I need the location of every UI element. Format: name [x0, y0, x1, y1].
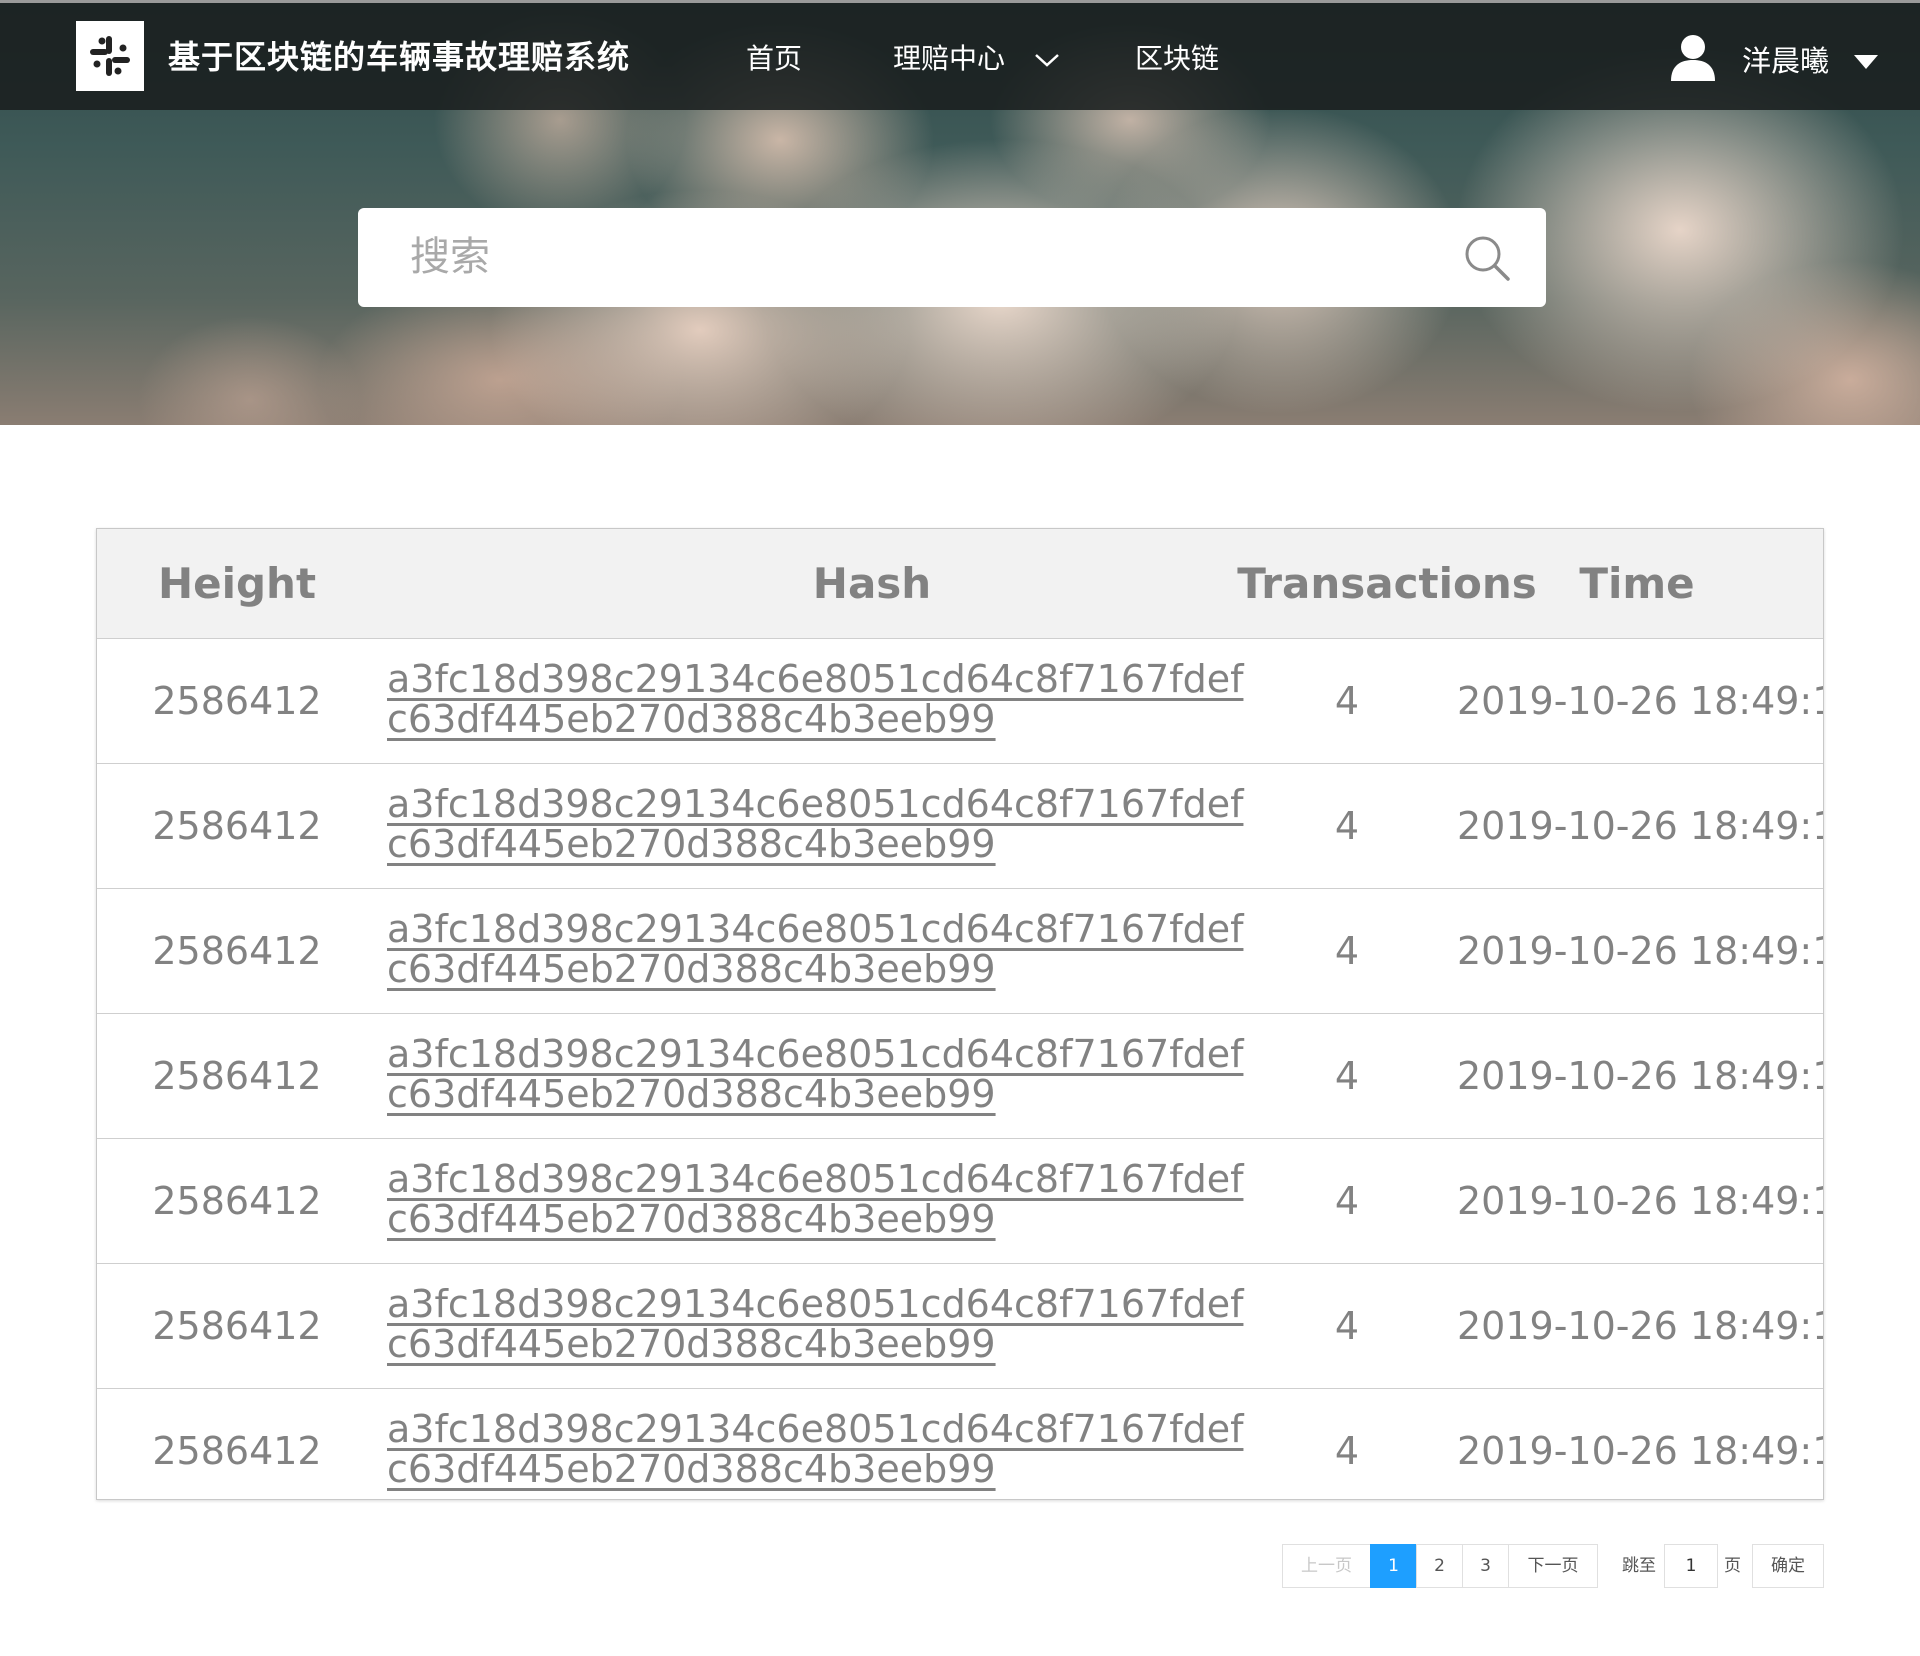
- cell-time: 2019-10-26 18:49:16: [1457, 1429, 1824, 1473]
- page-3-button[interactable]: 3: [1462, 1544, 1509, 1588]
- cell-hash: a3fc18d398c29134c6e8051cd64c8f7167fdefc6…: [387, 1139, 1247, 1264]
- cell-hash: a3fc18d398c29134c6e8051cd64c8f7167fdefc6…: [387, 1389, 1247, 1499]
- page-1-button[interactable]: 1: [1370, 1544, 1417, 1588]
- cell-height: 2586412: [152, 1429, 322, 1473]
- table-row: 2586412 a3fc18d398c29134c6e8051cd64c8f71…: [97, 639, 1823, 764]
- cell-height: 2586412: [152, 1179, 322, 1223]
- goto-unit-label: 页: [1724, 1556, 1741, 1576]
- cell-time: 2019-10-26 18:49:16: [1457, 929, 1824, 973]
- cell-transactions: 4: [1334, 929, 1360, 973]
- goto-page-input[interactable]: [1664, 1544, 1718, 1588]
- cell-transactions: 4: [1334, 1054, 1360, 1098]
- nav-claims-label: 理赔中心: [893, 42, 1006, 75]
- table-row: 2586412 a3fc18d398c29134c6e8051cd64c8f71…: [97, 764, 1823, 889]
- table-row: 2586412 a3fc18d398c29134c6e8051cd64c8f71…: [97, 889, 1823, 1014]
- chevron-down-icon: [1035, 54, 1059, 67]
- nav-blockchain[interactable]: 区块链: [1135, 39, 1219, 79]
- cell-height: 2586412: [152, 679, 322, 723]
- next-page-button[interactable]: 下一页: [1508, 1544, 1598, 1588]
- hash-link[interactable]: a3fc18d398c29134c6e8051cd64c8f7167fdefc6…: [387, 659, 1247, 739]
- nav-claims-center[interactable]: 理赔中心: [893, 39, 1060, 79]
- hash-link[interactable]: a3fc18d398c29134c6e8051cd64c8f7167fdefc6…: [387, 1159, 1247, 1239]
- cell-transactions: 4: [1334, 1179, 1360, 1223]
- cell-transactions: 4: [1334, 1429, 1360, 1473]
- slack-logo-icon: [90, 36, 130, 76]
- cell-time: 2019-10-26 18:49:16: [1457, 804, 1824, 848]
- cell-transactions: 4: [1334, 804, 1360, 848]
- hash-link[interactable]: a3fc18d398c29134c6e8051cd64c8f7167fdefc6…: [387, 1034, 1247, 1114]
- column-header-height: Height: [157, 559, 317, 608]
- hash-link[interactable]: a3fc18d398c29134c6e8051cd64c8f7167fdefc6…: [387, 909, 1247, 989]
- cell-hash: a3fc18d398c29134c6e8051cd64c8f7167fdefc6…: [387, 1264, 1247, 1389]
- user-avatar-icon[interactable]: [1668, 31, 1718, 83]
- cell-hash: a3fc18d398c29134c6e8051cd64c8f7167fdefc6…: [387, 1014, 1247, 1139]
- cell-time: 2019-10-26 18:49:16: [1457, 1179, 1824, 1223]
- hash-link[interactable]: a3fc18d398c29134c6e8051cd64c8f7167fdefc6…: [387, 1284, 1247, 1364]
- nav-home-label: 首页: [746, 42, 803, 75]
- column-header-time: Time: [1579, 559, 1695, 608]
- cell-transactions: 4: [1334, 1304, 1360, 1348]
- app-title: 基于区块链的车辆事故理赔系统: [168, 38, 631, 76]
- cell-transactions: 4: [1334, 679, 1360, 723]
- prev-page-button[interactable]: 上一页: [1282, 1544, 1371, 1588]
- search-input[interactable]: [410, 226, 1410, 288]
- hash-link[interactable]: a3fc18d398c29134c6e8051cd64c8f7167fdefc6…: [387, 1409, 1247, 1489]
- cell-hash: a3fc18d398c29134c6e8051cd64c8f7167fdefc6…: [387, 639, 1247, 764]
- search-bar: [358, 208, 1546, 307]
- goto-confirm-button[interactable]: 确定: [1752, 1544, 1824, 1588]
- goto-label: 跳至: [1622, 1556, 1656, 1576]
- cell-hash: a3fc18d398c29134c6e8051cd64c8f7167fdefc6…: [387, 764, 1247, 889]
- table-header: Height Hash Transactions Time: [97, 529, 1823, 639]
- cell-time: 2019-10-26 18:49:16: [1457, 1304, 1824, 1348]
- cell-height: 2586412: [152, 804, 322, 848]
- hash-link[interactable]: a3fc18d398c29134c6e8051cd64c8f7167fdefc6…: [387, 784, 1247, 864]
- cell-hash: a3fc18d398c29134c6e8051cd64c8f7167fdefc6…: [387, 889, 1247, 1014]
- cell-time: 2019-10-26 18:49:16: [1457, 1054, 1824, 1098]
- nav-blockchain-label: 区块链: [1135, 42, 1220, 75]
- page-2-button[interactable]: 2: [1416, 1544, 1463, 1588]
- blocks-table: Height Hash Transactions Time 2586412 a3…: [96, 528, 1824, 1500]
- app-logo[interactable]: [76, 21, 144, 91]
- top-navbar: 基于区块链的车辆事故理赔系统 首页 理赔中心 区块链 洋晨曦: [0, 0, 1920, 110]
- search-icon[interactable]: [1463, 234, 1511, 282]
- cell-height: 2586412: [152, 929, 322, 973]
- user-name[interactable]: 洋晨曦: [1742, 41, 1829, 81]
- pagination: 上一页 1 2 3 下一页 跳至 页 确定: [0, 1544, 1920, 1588]
- table-row: 2586412 a3fc18d398c29134c6e8051cd64c8f71…: [97, 1139, 1823, 1264]
- caret-down-icon[interactable]: [1852, 53, 1880, 71]
- cell-height: 2586412: [152, 1304, 322, 1348]
- table-row: 2586412 a3fc18d398c29134c6e8051cd64c8f71…: [97, 1389, 1824, 1499]
- cell-height: 2586412: [152, 1054, 322, 1098]
- nav-home[interactable]: 首页: [746, 39, 802, 79]
- table-row: 2586412 a3fc18d398c29134c6e8051cd64c8f71…: [97, 1264, 1823, 1389]
- table-row: 2586412 a3fc18d398c29134c6e8051cd64c8f71…: [97, 1014, 1823, 1139]
- table-body: 2586412 a3fc18d398c29134c6e8051cd64c8f71…: [97, 639, 1824, 1499]
- cell-time: 2019-10-26 18:49:16: [1457, 679, 1824, 723]
